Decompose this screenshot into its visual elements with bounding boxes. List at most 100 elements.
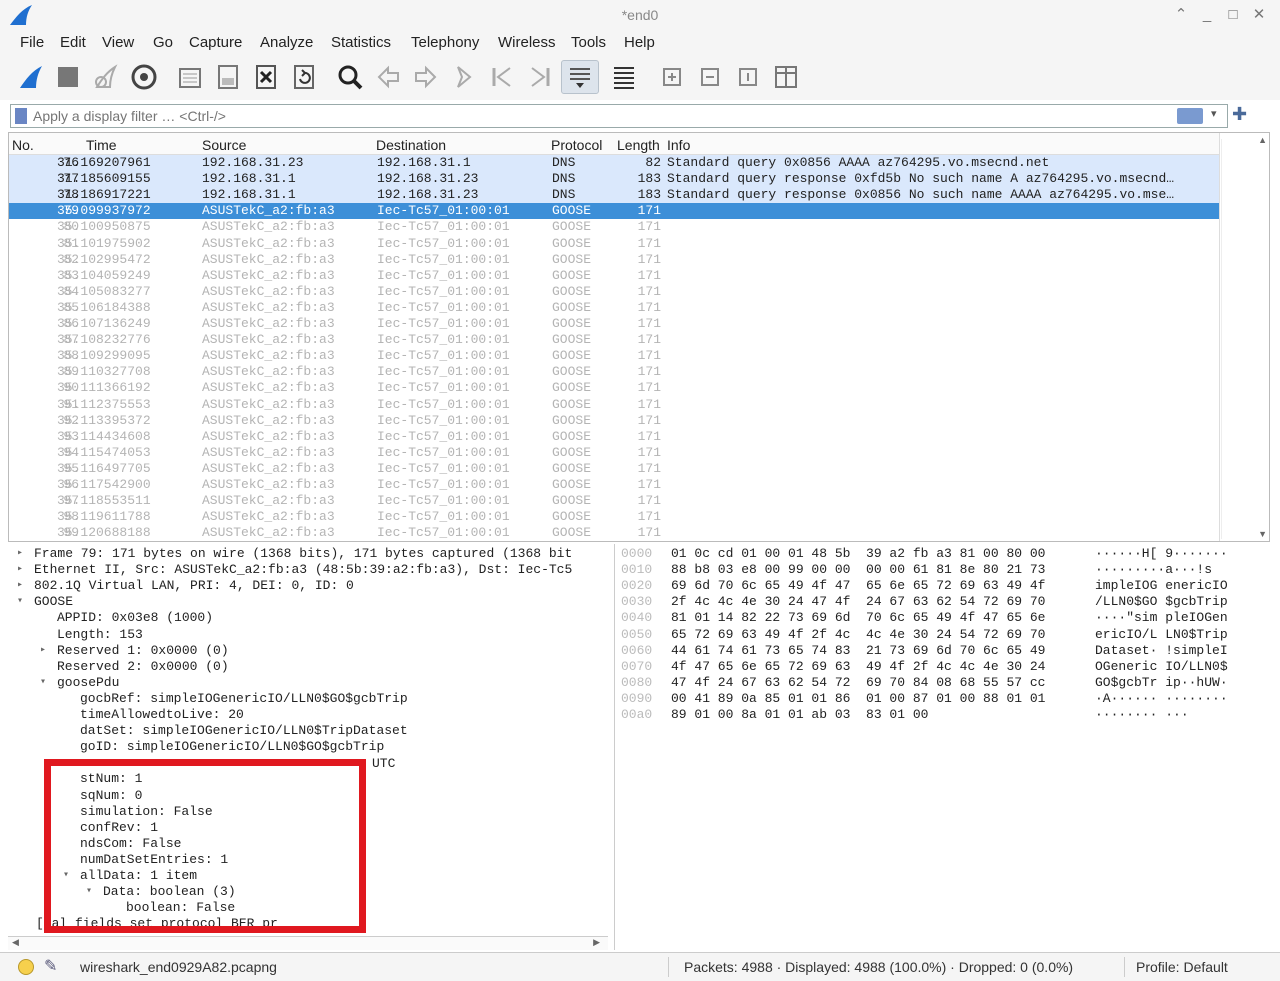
column-header-destination[interactable]: Destination <box>376 137 446 153</box>
menu-go[interactable]: Go <box>153 34 173 51</box>
detail-tree-item[interactable]: ▸ Reserved 1: 0x0000 (0) <box>8 643 608 659</box>
expand-arrow-down-icon[interactable]: ▾ <box>37 675 49 691</box>
hex-dump-row[interactable]: 0070 4f 47 65 6e 65 72 69 63 49 4f 2f 4c … <box>615 659 1270 675</box>
hex-dump-row[interactable]: 0080 47 4f 24 67 63 62 54 72 69 70 84 08 … <box>615 675 1270 691</box>
chevron-down-icon[interactable]: ▾ <box>1211 107 1217 120</box>
detail-tree-item[interactable]: Reserved 2: 0x0000 (0) <box>8 659 608 675</box>
close-button[interactable]: ✕ <box>1248 4 1270 26</box>
normal-size-icon[interactable] <box>731 60 765 94</box>
scroll-right-icon[interactable]: ▶ <box>593 937 600 948</box>
expand-arrow-right-icon[interactable]: ▸ <box>37 643 49 659</box>
packet-row[interactable]: 82 35.102995472 ASUSTekC_a2:fb:a3 Iec-Tc57_… <box>9 252 1219 268</box>
menu-file[interactable]: File <box>20 34 44 51</box>
packet-row[interactable]: 89 35.110327708 ASUSTekC_a2:fb:a3 Iec-Tc57_… <box>9 364 1219 380</box>
capture-options-icon[interactable] <box>127 60 161 94</box>
minimize-button[interactable]: _ <box>1196 4 1218 26</box>
expand-arrow-right-icon[interactable]: ▸ <box>14 546 26 562</box>
packet-row[interactable]: 95 35.116497705 ASUSTekC_a2:fb:a3 Iec-Tc57_… <box>9 461 1219 477</box>
close-file-icon[interactable] <box>249 60 283 94</box>
expand-arrow-right-icon[interactable]: ▸ <box>14 562 26 578</box>
go-back-icon[interactable] <box>371 60 405 94</box>
column-header-no[interactable]: No. <box>12 137 34 153</box>
add-filter-button-plus-icon[interactable]: ✚ <box>1232 104 1247 125</box>
packet-row[interactable]: 80 35.100950875 ASUSTekC_a2:fb:a3 Iec-Tc57_… <box>9 219 1219 235</box>
column-header-length[interactable]: Length <box>617 137 660 153</box>
hex-dump-row[interactable]: 0050 65 72 69 63 49 4f 2f 4c 4c 4e 30 24 … <box>615 627 1270 643</box>
stop-capture-icon[interactable] <box>51 60 85 94</box>
reload-file-icon[interactable] <box>287 60 321 94</box>
hex-dump-row[interactable]: 0010 88 b8 03 e8 00 99 00 00 00 00 61 81 … <box>615 562 1270 578</box>
menu-telephony[interactable]: Telephony <box>411 34 479 51</box>
packet-row[interactable]: 88 35.109299095 ASUSTekC_a2:fb:a3 Iec-Tc57_… <box>9 348 1219 364</box>
hex-dump-row[interactable]: 0060 44 61 74 61 73 65 74 83 21 73 69 6d … <box>615 643 1270 659</box>
expert-info-icon[interactable] <box>18 959 34 975</box>
start-capture-icon[interactable] <box>14 60 48 94</box>
detail-tree-item[interactable]: APPID: 0x03e8 (1000) <box>8 610 608 626</box>
last-packet-icon[interactable] <box>523 60 557 94</box>
expand-arrow-down-icon[interactable]: ▾ <box>14 594 26 610</box>
scrollbar-track[interactable] <box>1221 139 1255 539</box>
packet-row[interactable]: 78 31.186917221 192.168.31.1 192.168.31.23 D… <box>9 187 1219 204</box>
menu-capture[interactable]: Capture <box>189 34 242 51</box>
hex-dump-row[interactable]: 0090 00 41 89 0a 85 01 01 86 01 00 87 01 … <box>615 691 1270 707</box>
detail-tree-item[interactable]: goID: simpleIOGenericIO/LLN0$GO$gcbTrip <box>8 739 608 755</box>
detail-tree-item[interactable]: datSet: simpleIOGenericIO/LLN0$TripDatas… <box>8 723 608 739</box>
detail-tree-item[interactable]: timeAllowedtoLive: 20 <box>8 707 608 723</box>
go-to-packet-icon[interactable] <box>447 60 481 94</box>
profile-label[interactable]: Profile: Default <box>1136 959 1228 975</box>
hex-dump-row[interactable]: 0040 81 01 14 82 22 73 69 6d 70 6c 65 49 … <box>615 610 1270 626</box>
packet-row[interactable]: 77 31.185609155 192.168.31.1 192.168.31.23 D… <box>9 171 1219 188</box>
bookmark-icon[interactable] <box>15 108 27 124</box>
menu-edit[interactable]: Edit <box>60 34 86 51</box>
resize-columns-icon[interactable] <box>769 60 803 94</box>
packet-row[interactable]: 76 31.169207961 192.168.31.23 192.168.31.1 D… <box>9 155 1219 171</box>
detail-tree-item[interactable]: ▸ 802.1Q Virtual LAN, PRI: 4, DEI: 0, ID:… <box>8 578 608 594</box>
packet-row[interactable]: 98 35.119611788 ASUSTekC_a2:fb:a3 Iec-Tc57_… <box>9 509 1219 525</box>
packet-row[interactable]: 83 35.104059249 ASUSTekC_a2:fb:a3 Iec-Tc57_… <box>9 268 1219 284</box>
zoom-out-icon[interactable] <box>693 60 727 94</box>
hex-dump-row[interactable]: 00a0 89 01 00 8a 01 01 ab 03 83 01 00 ····… <box>615 707 1270 723</box>
colorize-icon[interactable] <box>607 60 641 94</box>
detail-tree-item[interactable]: Length: 153 <box>8 627 608 643</box>
column-header-info[interactable]: Info <box>667 137 690 153</box>
detail-tree-item[interactable]: ▾ goosePdu <box>8 675 608 691</box>
find-packet-icon[interactable] <box>333 60 367 94</box>
packet-row[interactable]: 99 35.120688188 ASUSTekC_a2:fb:a3 Iec-Tc57_… <box>9 525 1219 541</box>
open-file-icon[interactable] <box>173 60 207 94</box>
column-header-protocol[interactable]: Protocol <box>551 137 602 153</box>
column-header-time[interactable]: Time <box>86 137 117 153</box>
display-filter-input[interactable] <box>33 106 1163 126</box>
detail-tree-item[interactable]: gocbRef: simpleIOGenericIO/LLN0$GO$gcbTr… <box>8 691 608 707</box>
packet-row[interactable]: 94 35.115474053 ASUSTekC_a2:fb:a3 Iec-Tc57_… <box>9 445 1219 461</box>
detail-tree-item[interactable]: ▸ Frame 79: 171 bytes on wire (1368 bits)… <box>8 546 608 562</box>
packet-row[interactable]: 93 35.114434608 ASUSTekC_a2:fb:a3 Iec-Tc57_… <box>9 429 1219 445</box>
packet-row[interactable]: 85 35.106184388 ASUSTekC_a2:fb:a3 Iec-Tc57_… <box>9 300 1219 316</box>
hex-dump-row[interactable]: 0000 01 0c cd 01 00 01 48 5b 39 a2 fb a3 … <box>615 546 1270 562</box>
chevron-up-icon[interactable]: ⌃ <box>1170 4 1192 26</box>
menu-tools[interactable]: Tools <box>571 34 606 51</box>
save-file-icon[interactable] <box>211 60 245 94</box>
scroll-up-icon[interactable]: ▲ <box>1258 135 1267 145</box>
packet-list-scrollbar[interactable]: ▲ ▼ <box>1219 133 1269 541</box>
go-forward-icon[interactable] <box>409 60 443 94</box>
menu-wireless[interactable]: Wireless <box>498 34 556 51</box>
packet-row[interactable]: 79 35.099937972 ASUSTekC_a2:fb:a3 Iec-Tc57_… <box>9 203 1219 220</box>
menu-statistics[interactable]: Statistics <box>331 34 391 51</box>
edit-comment-icon[interactable]: ✎ <box>44 956 57 976</box>
details-horizontal-scrollbar[interactable]: ◀ ▶ <box>8 936 608 950</box>
hex-dump-row[interactable]: 0030 2f 4c 4c 4e 30 24 47 4f 24 67 63 62 … <box>615 594 1270 610</box>
packet-row[interactable]: 90 35.111366192 ASUSTekC_a2:fb:a3 Iec-Tc57_… <box>9 380 1219 396</box>
expand-arrow-right-icon[interactable]: ▸ <box>14 578 26 594</box>
packet-row[interactable]: 92 35.113395372 ASUSTekC_a2:fb:a3 Iec-Tc57_… <box>9 413 1219 429</box>
packet-row[interactable]: 84 35.105083277 ASUSTekC_a2:fb:a3 Iec-Tc57_… <box>9 284 1219 300</box>
packet-row[interactable]: 97 35.118553511 ASUSTekC_a2:fb:a3 Iec-Tc57_… <box>9 493 1219 509</box>
menu-help[interactable]: Help <box>624 34 655 51</box>
apply-filter-arrow-icon[interactable] <box>1177 108 1203 124</box>
scroll-down-icon[interactable]: ▼ <box>1258 529 1267 539</box>
autoscroll-icon[interactable] <box>561 60 599 94</box>
detail-tree-item[interactable]: ▾ GOOSE <box>8 594 608 610</box>
packet-row[interactable]: 86 35.107136249 ASUSTekC_a2:fb:a3 Iec-Tc57_… <box>9 316 1219 332</box>
maximize-button[interactable]: □ <box>1222 4 1244 26</box>
zoom-in-icon[interactable] <box>655 60 689 94</box>
first-packet-icon[interactable] <box>485 60 519 94</box>
